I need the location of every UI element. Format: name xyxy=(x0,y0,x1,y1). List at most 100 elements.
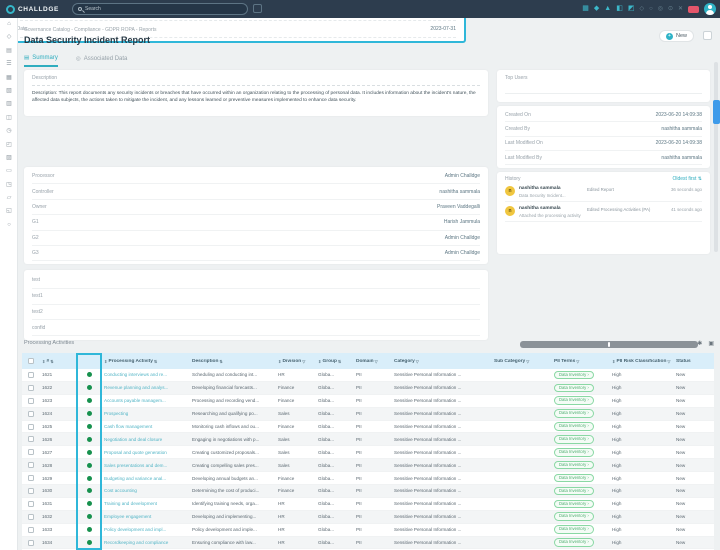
table-settings-icon[interactable]: ✱ xyxy=(697,340,702,347)
processing-activity-link[interactable]: Prospecting xyxy=(102,411,190,416)
layers-icon[interactable]: ▧ xyxy=(0,85,18,98)
row-checkbox[interactable] xyxy=(28,372,34,378)
processing-activity-link[interactable]: Cost accounting xyxy=(102,488,190,493)
apps-grid-icon[interactable]: ▦ xyxy=(582,5,589,13)
pii-term-pill[interactable]: Data Inventory xyxy=(554,384,594,393)
row-checkbox[interactable] xyxy=(28,411,34,417)
select-all-checkbox[interactable] xyxy=(22,358,40,364)
workflow-icon[interactable]: ◳ xyxy=(0,179,18,192)
modules-icon[interactable]: ◰ xyxy=(0,139,18,152)
row-checkbox[interactable] xyxy=(28,527,34,533)
column-header-pii-risk-classification[interactable]: ⇕PII Risk Classification▽ xyxy=(610,359,674,364)
advanced-search-icon[interactable] xyxy=(253,4,262,13)
column-header-processing-activity[interactable]: ⇕Processing Activity⇅ xyxy=(102,359,190,364)
row-checkbox[interactable] xyxy=(28,385,34,391)
processing-activity-link[interactable]: Sales presentations and dem... xyxy=(102,463,190,468)
tab-associated-data[interactable]: ◎ Associated Data xyxy=(76,55,128,67)
top-users-empty-field[interactable] xyxy=(505,93,702,94)
field-row[interactable]: G2 Admin Challdge xyxy=(32,231,480,246)
reports-app-icon[interactable]: ◩ xyxy=(628,5,635,13)
more-options-icon[interactable] xyxy=(703,31,712,40)
compliance-app-icon[interactable]: ◧ xyxy=(616,5,623,13)
processing-activity-link[interactable]: Cash flow management xyxy=(102,424,190,429)
field-row[interactable]: G3 Admin Challdge xyxy=(32,246,480,261)
column-header-category[interactable]: Category▽ xyxy=(392,359,492,364)
dashboard-icon[interactable]: ▦ xyxy=(0,72,18,85)
pii-term-pill[interactable]: Data Inventory xyxy=(554,525,594,534)
pii-term-pill[interactable]: Data Inventory xyxy=(554,409,594,418)
processing-activity-link[interactable]: Proposal and quote generation xyxy=(102,450,190,455)
pii-term-pill[interactable]: Data Inventory xyxy=(554,448,594,457)
menu-icon[interactable]: ☰ xyxy=(0,58,18,71)
notifications-badge-icon[interactable] xyxy=(688,6,699,13)
reports-icon[interactable]: ▨ xyxy=(0,152,18,165)
documents-icon[interactable]: ▥ xyxy=(0,98,18,111)
history-icon[interactable]: ◷ xyxy=(0,125,18,138)
mail-icon[interactable]: ▭ xyxy=(0,165,18,178)
vertical-scrollbar-thumb[interactable] xyxy=(713,100,720,124)
column-header-sub-category[interactable]: Sub Category▽ xyxy=(492,359,552,364)
global-search-input[interactable]: Search xyxy=(72,3,248,15)
home-icon[interactable]: ⌂ xyxy=(0,18,18,31)
info-icon[interactable]: ⊙ xyxy=(668,5,673,13)
history-entry[interactable]: n nashitha sammala Data Security Inciden… xyxy=(505,182,702,202)
horizontal-scrollbar[interactable] xyxy=(520,341,698,348)
column-header-domain[interactable]: Domain▽ xyxy=(354,359,392,364)
pii-term-pill[interactable]: Data Inventory xyxy=(554,487,594,496)
field-row[interactable]: Owner Praveen Vaddegalli xyxy=(32,200,480,215)
row-checkbox[interactable] xyxy=(28,501,34,507)
custom-field-row[interactable]: test xyxy=(32,273,480,289)
announcements-icon[interactable]: ○ xyxy=(649,5,653,13)
row-checkbox[interactable] xyxy=(28,398,34,404)
user-avatar[interactable] xyxy=(704,3,716,15)
pii-term-pill[interactable]: Data Inventory xyxy=(554,512,594,521)
processing-activity-link[interactable]: Conducting interviews and re... xyxy=(102,372,190,377)
field-row[interactable]: Controller nashitha sammala xyxy=(32,184,480,199)
history-entry[interactable]: n nashitha sammala Attached the processi… xyxy=(505,202,702,222)
processing-activity-link[interactable]: Negotiation and deal closure xyxy=(102,437,190,442)
app-logo[interactable]: CHALLDGE xyxy=(6,5,59,14)
processing-activity-link[interactable]: Training and development xyxy=(102,501,190,506)
row-checkbox[interactable] xyxy=(28,475,34,481)
column-header-pii-terms[interactable]: PII Terms▽ xyxy=(552,359,610,364)
breadcrumb[interactable]: Governance Catalog - Compliance - GDPR R… xyxy=(24,27,156,33)
pii-term-pill[interactable]: Data Inventory xyxy=(554,500,594,509)
share-icon[interactable]: ◫ xyxy=(0,112,18,125)
catalog-icon[interactable]: ▤ xyxy=(0,45,18,58)
vertical-scrollbar-track[interactable] xyxy=(714,62,718,252)
column-header-status[interactable]: Status xyxy=(674,359,710,364)
table-fullscreen-icon[interactable]: ▣ xyxy=(708,340,714,347)
glossary-icon[interactable]: ◱ xyxy=(0,205,18,218)
catalog-app-icon[interactable]: ◆ xyxy=(594,5,599,13)
new-button[interactable]: + New xyxy=(659,30,694,42)
column-header-group[interactable]: ⇕Group⇅ xyxy=(316,359,354,364)
database-icon[interactable]: ○ xyxy=(0,219,18,232)
row-checkbox[interactable] xyxy=(28,540,34,546)
pii-term-pill[interactable]: Data Inventory xyxy=(554,435,594,444)
history-sort-toggle[interactable]: Oldest first ⇅ xyxy=(673,176,703,182)
processing-activity-link[interactable]: Policy development and impl... xyxy=(102,527,190,532)
description-text[interactable]: Description: This report documents any s… xyxy=(32,90,480,104)
pii-term-pill[interactable]: Data Inventory xyxy=(554,396,594,405)
column-header-division[interactable]: ⇕Division▽ xyxy=(276,359,316,364)
processing-activity-link[interactable]: Revenue planning and analys... xyxy=(102,385,190,390)
row-checkbox[interactable] xyxy=(28,449,34,455)
custom-field-row[interactable]: confid xyxy=(32,320,480,336)
row-checkbox[interactable] xyxy=(28,462,34,468)
field-row[interactable]: G1 Harish Jammula xyxy=(32,215,480,230)
governance-app-icon[interactable]: ▲ xyxy=(604,5,611,13)
settings-icon[interactable]: ◎ xyxy=(658,5,663,13)
tab-summary[interactable]: ▤ Summary xyxy=(24,55,58,67)
row-checkbox[interactable] xyxy=(28,488,34,494)
processing-activity-link[interactable]: Accounts payable managem... xyxy=(102,398,190,403)
pii-term-pill[interactable]: Data Inventory xyxy=(554,474,594,483)
processing-activity-link[interactable]: Recordkeeping and compliance xyxy=(102,540,190,545)
custom-field-row[interactable]: test1 xyxy=(32,289,480,305)
row-checkbox[interactable] xyxy=(28,436,34,442)
records-icon[interactable]: ▱ xyxy=(0,192,18,205)
column-header-description[interactable]: Description⇅ xyxy=(190,359,276,364)
row-checkbox[interactable] xyxy=(28,514,34,520)
column-header-id[interactable]: ⇕#⇅ xyxy=(40,359,76,364)
row-checkbox[interactable] xyxy=(28,424,34,430)
pin-icon[interactable]: ◇ xyxy=(0,31,18,44)
